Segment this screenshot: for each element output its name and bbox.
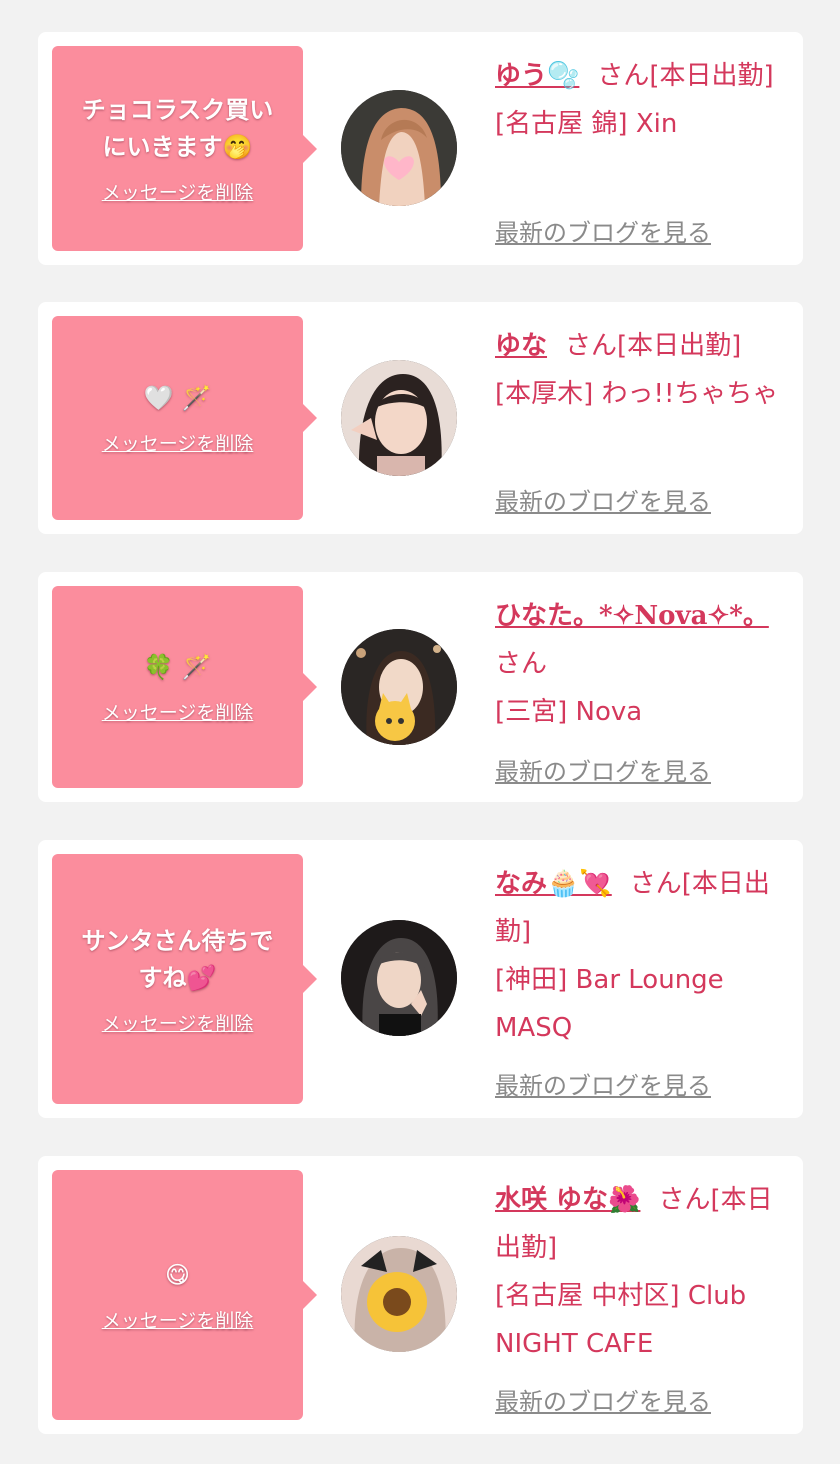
cast-info: ひなた。*✧Nova✧*。 さん [三宮] Nova xyxy=(495,592,785,736)
message-text: サンタさん待ちで すね💕 xyxy=(81,926,274,992)
message-bubble: 🤍 🪄 メッセージを削除 xyxy=(52,316,317,520)
status-text: [本日出勤] xyxy=(649,61,774,91)
latest-blog-link[interactable]: 最新のブログを見る xyxy=(495,482,711,517)
message-bubble: サンタさん待ちで すね💕 メッセージを削除 xyxy=(52,854,317,1104)
message-bubble: 😋 メッセージを削除 xyxy=(52,1170,317,1420)
message-text: 🤍 🪄 xyxy=(143,384,212,412)
delete-message-link[interactable]: メッセージを削除 xyxy=(102,1009,254,1036)
honorific: さん xyxy=(658,1185,711,1215)
cast-name-link[interactable]: 水咲 ゆな🌺 xyxy=(495,1185,640,1215)
message-text: 😋 xyxy=(164,1261,191,1289)
avatar[interactable] xyxy=(341,920,457,1036)
cast-name-link[interactable]: なみ🧁💘 xyxy=(495,869,612,899)
avatar[interactable] xyxy=(341,360,457,476)
message-card: チョコラスク買い にいきます🤭 メッセージを削除 ゆう🫧 さん[本日出勤] [名古… xyxy=(38,32,803,265)
message-card: 🍀 🪄 メッセージを削除 ひなた。*✧Nova✧*。 さん [三宮] Nova … xyxy=(38,572,803,802)
message-bubble: チョコラスク買い にいきます🤭 メッセージを削除 xyxy=(52,46,317,251)
honorific: さん xyxy=(597,61,650,91)
cast-info: 水咲 ゆな🌺 さん[本日出勤] [名古屋 中村区] Club NIGHT CAFE xyxy=(495,1176,785,1368)
avatar[interactable] xyxy=(341,1236,457,1352)
shop-text: [三宮] Nova xyxy=(495,697,643,727)
cast-name-link[interactable]: ひなた。*✧Nova✧*。 xyxy=(495,601,769,631)
delete-message-link[interactable]: メッセージを削除 xyxy=(102,178,254,205)
shop-text: [名古屋 錦] Xin xyxy=(495,109,678,139)
message-text: 🍀 🪄 xyxy=(143,653,212,681)
shop-text: [本厚木] わっ!!ちゃちゃ xyxy=(495,379,779,409)
message-text: チョコラスク買い にいきます🤭 xyxy=(81,96,274,161)
avatar[interactable] xyxy=(341,629,457,745)
latest-blog-link[interactable]: 最新のブログを見る xyxy=(495,1066,711,1101)
latest-blog-link[interactable]: 最新のブログを見る xyxy=(495,752,711,787)
message-card: サンタさん待ちで すね💕 メッセージを削除 なみ🧁💘 さん[本日出勤] [神田] … xyxy=(38,840,803,1118)
delete-message-link[interactable]: メッセージを削除 xyxy=(102,429,254,456)
shop-text: [名古屋 中村区] Club NIGHT CAFE xyxy=(495,1281,747,1359)
honorific: さん xyxy=(565,331,618,361)
cast-name-link[interactable]: ゆう🫧 xyxy=(495,61,579,91)
cast-info: ゆな さん[本日出勤] [本厚木] わっ!!ちゃちゃ xyxy=(495,322,785,418)
honorific: さん xyxy=(495,649,548,679)
delete-message-link[interactable]: メッセージを削除 xyxy=(102,1306,254,1333)
honorific: さん xyxy=(629,869,682,899)
cast-name-link[interactable]: ゆな xyxy=(495,331,547,361)
cast-info: ゆう🫧 さん[本日出勤] [名古屋 錦] Xin xyxy=(495,52,785,148)
status-text: [本日出勤] xyxy=(617,331,742,361)
cast-info: なみ🧁💘 さん[本日出勤] [神田] Bar Lounge MASQ xyxy=(495,860,785,1052)
message-card: 😋 メッセージを削除 水咲 ゆな🌺 さん[本日出勤] [名古屋 中村区] Club… xyxy=(38,1156,803,1434)
avatar[interactable] xyxy=(341,90,457,206)
shop-text: [神田] Bar Lounge MASQ xyxy=(495,965,724,1043)
delete-message-link[interactable]: メッセージを削除 xyxy=(102,698,254,725)
latest-blog-link[interactable]: 最新のブログを見る xyxy=(495,1382,711,1417)
latest-blog-link[interactable]: 最新のブログを見る xyxy=(495,213,711,248)
message-bubble: 🍀 🪄 メッセージを削除 xyxy=(52,586,317,788)
message-card: 🤍 🪄 メッセージを削除 ゆな さん[本日出勤] [本厚木] わっ!!ちゃちゃ 最… xyxy=(38,302,803,534)
